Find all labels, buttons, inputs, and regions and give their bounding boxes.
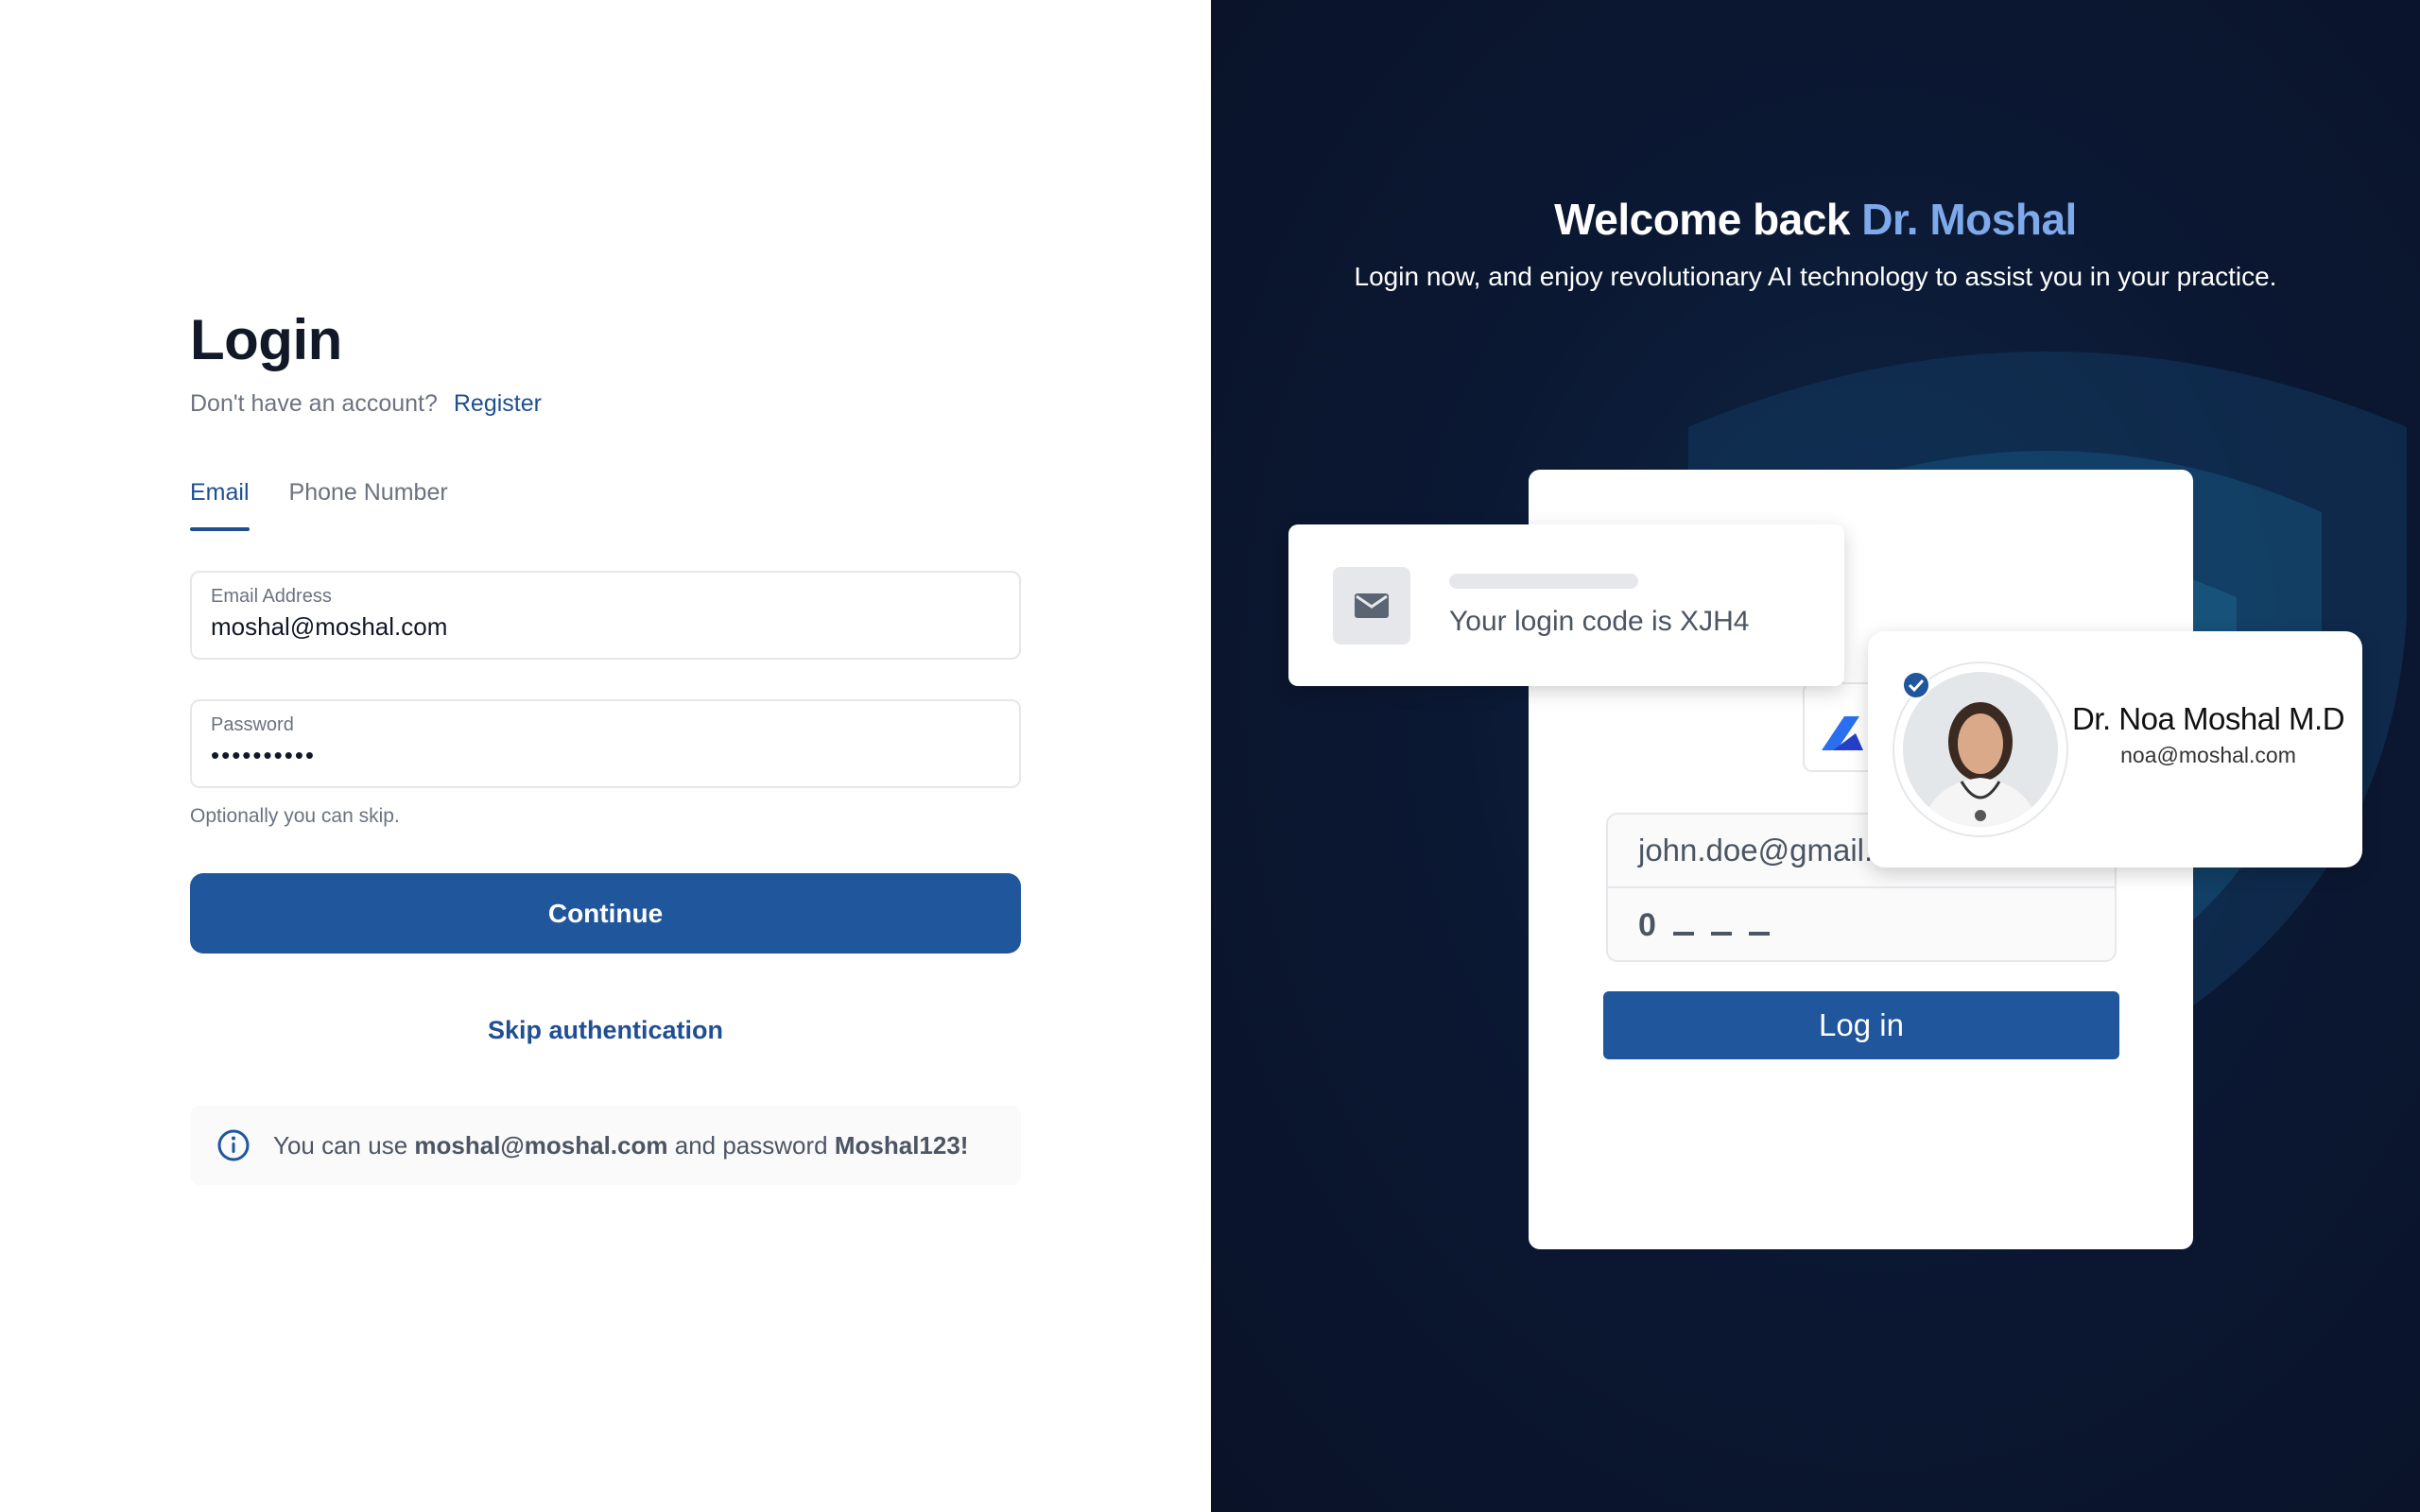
email-field[interactable]: Email Address xyxy=(190,571,1021,660)
otp-digit: 0 xyxy=(1638,906,1656,943)
email-field-label: Email Address xyxy=(211,586,332,607)
credentials-info-box: You can use moshal@moshal.com and passwo… xyxy=(190,1106,1021,1185)
register-row: Don't have an account? Register xyxy=(190,387,1021,420)
welcome-name: Dr. Moshal xyxy=(1861,195,2077,244)
welcome-heading: Welcome back Dr. Moshal xyxy=(1211,194,2420,245)
password-field[interactable]: Password •••••••••• xyxy=(190,699,1021,788)
register-link[interactable]: Register xyxy=(454,390,542,417)
verified-check-icon xyxy=(1902,671,1930,699)
email-input[interactable] xyxy=(211,612,1000,642)
password-field-label: Password xyxy=(211,714,294,735)
info-middle: and password xyxy=(674,1130,828,1160)
login-form: Login Don't have an account? Register Em… xyxy=(190,302,1021,1185)
mock-otp-input: 0 xyxy=(1608,888,2115,960)
page-title: Login xyxy=(190,308,342,371)
info-text: You can use moshal@moshal.com and passwo… xyxy=(273,1131,968,1160)
login-code-notification: Your login code is XJH4 xyxy=(1288,524,1844,686)
info-email: moshal@moshal.com xyxy=(414,1130,668,1160)
notification-title-placeholder xyxy=(1449,574,1638,589)
otp-placeholder xyxy=(1672,932,1694,936)
info-password: Moshal123! xyxy=(834,1130,969,1160)
doctor-email: noa@moshal.com xyxy=(2120,743,2296,767)
tab-phone-number[interactable]: Phone Number xyxy=(289,474,448,531)
otp-placeholder xyxy=(1710,932,1732,936)
password-input[interactable]: •••••••••• xyxy=(211,741,1000,770)
mail-icon xyxy=(1333,567,1410,644)
doctor-profile-card: Dr. Noa Moshal M.D noa@moshal.com xyxy=(1868,631,2362,868)
continue-button[interactable]: Continue xyxy=(190,873,1021,954)
welcome-prefix: Welcome back xyxy=(1554,195,1850,244)
tab-email[interactable]: Email xyxy=(190,474,250,531)
mock-login-button: Log in xyxy=(1603,991,2119,1059)
app-logo xyxy=(1803,682,1878,772)
register-prompt: Don't have an account? xyxy=(190,390,438,417)
info-prefix: You can use xyxy=(273,1130,408,1160)
login-panel: Login Don't have an account? Register Em… xyxy=(0,0,1211,1512)
skip-hint: Optionally you can skip. xyxy=(190,805,400,827)
auth-tabs: Email Phone Number xyxy=(190,474,1021,531)
skip-authentication-link[interactable]: Skip authentication xyxy=(190,1016,1021,1045)
doctor-name: Dr. Noa Moshal M.D xyxy=(2071,701,2345,736)
promo-panel: Welcome back Dr. Moshal Login now, and e… xyxy=(1211,0,2420,1512)
otp-placeholder xyxy=(1748,932,1770,936)
login-code-message: Your login code is XJH4 xyxy=(1449,606,1750,637)
info-icon xyxy=(217,1129,250,1161)
welcome-subtitle: Login now, and enjoy revolutionary AI te… xyxy=(1354,262,2277,291)
